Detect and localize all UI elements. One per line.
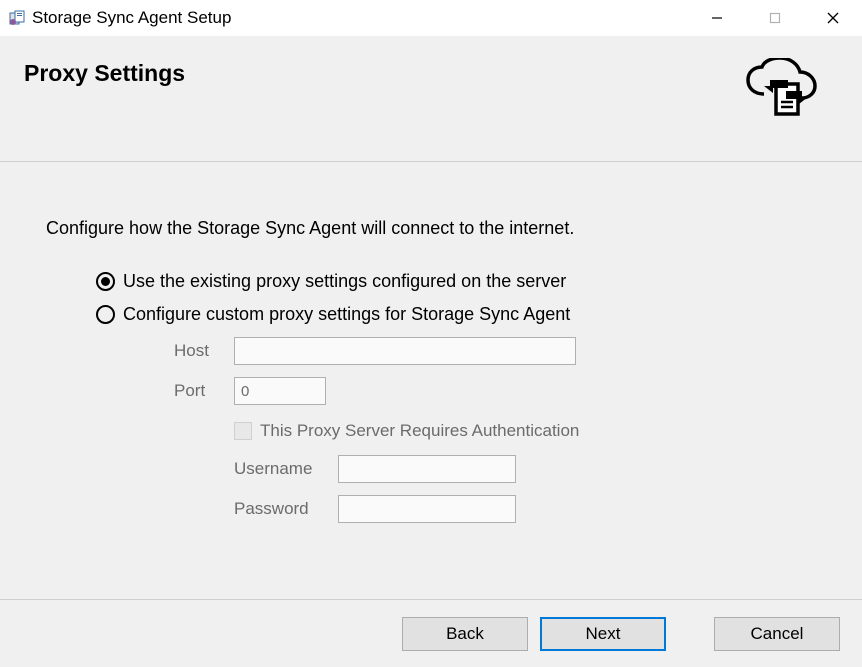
cancel-button[interactable]: Cancel — [714, 617, 840, 651]
password-label: Password — [234, 499, 338, 519]
host-input[interactable] — [234, 337, 576, 365]
username-input[interactable] — [338, 455, 516, 483]
proxy-form: Host Port This Proxy Server Requires Aut… — [174, 337, 838, 523]
next-button[interactable]: Next — [540, 617, 666, 651]
port-label: Port — [174, 381, 234, 401]
maximize-button — [746, 0, 804, 36]
radio-label: Configure custom proxy settings for Stor… — [123, 304, 570, 325]
minimize-button[interactable] — [688, 0, 746, 36]
radio-label: Use the existing proxy settings configur… — [123, 271, 566, 292]
port-row: Port — [174, 377, 838, 405]
content-area: Configure how the Storage Sync Agent wil… — [0, 162, 862, 555]
radio-icon — [96, 305, 115, 324]
port-input[interactable] — [234, 377, 326, 405]
radio-icon — [96, 272, 115, 291]
titlebar: Storage Sync Agent Setup — [0, 0, 862, 36]
auth-checkbox-label: This Proxy Server Requires Authenticatio… — [260, 421, 579, 441]
close-button[interactable] — [804, 0, 862, 36]
host-label: Host — [174, 341, 234, 361]
proxy-mode-radio-group: Use the existing proxy settings configur… — [96, 271, 838, 523]
password-input[interactable] — [338, 495, 516, 523]
page-title: Proxy Settings — [24, 60, 185, 87]
password-row: Password — [234, 495, 838, 523]
username-label: Username — [234, 459, 338, 479]
window-controls — [688, 0, 862, 36]
checkbox-icon — [234, 422, 252, 440]
app-icon — [8, 9, 26, 27]
auth-fields: Username Password — [234, 455, 838, 523]
radio-custom-proxy[interactable]: Configure custom proxy settings for Stor… — [96, 304, 838, 325]
description-text: Configure how the Storage Sync Agent wil… — [46, 218, 838, 239]
cloud-sync-icon — [740, 58, 830, 139]
page-header: Proxy Settings — [0, 36, 862, 162]
radio-existing-proxy[interactable]: Use the existing proxy settings configur… — [96, 271, 838, 292]
username-row: Username — [234, 455, 838, 483]
auth-checkbox-row[interactable]: This Proxy Server Requires Authenticatio… — [234, 421, 838, 441]
window-title: Storage Sync Agent Setup — [32, 8, 231, 28]
host-row: Host — [174, 337, 838, 365]
footer-buttons: Back Next Cancel — [0, 599, 862, 667]
back-button[interactable]: Back — [402, 617, 528, 651]
